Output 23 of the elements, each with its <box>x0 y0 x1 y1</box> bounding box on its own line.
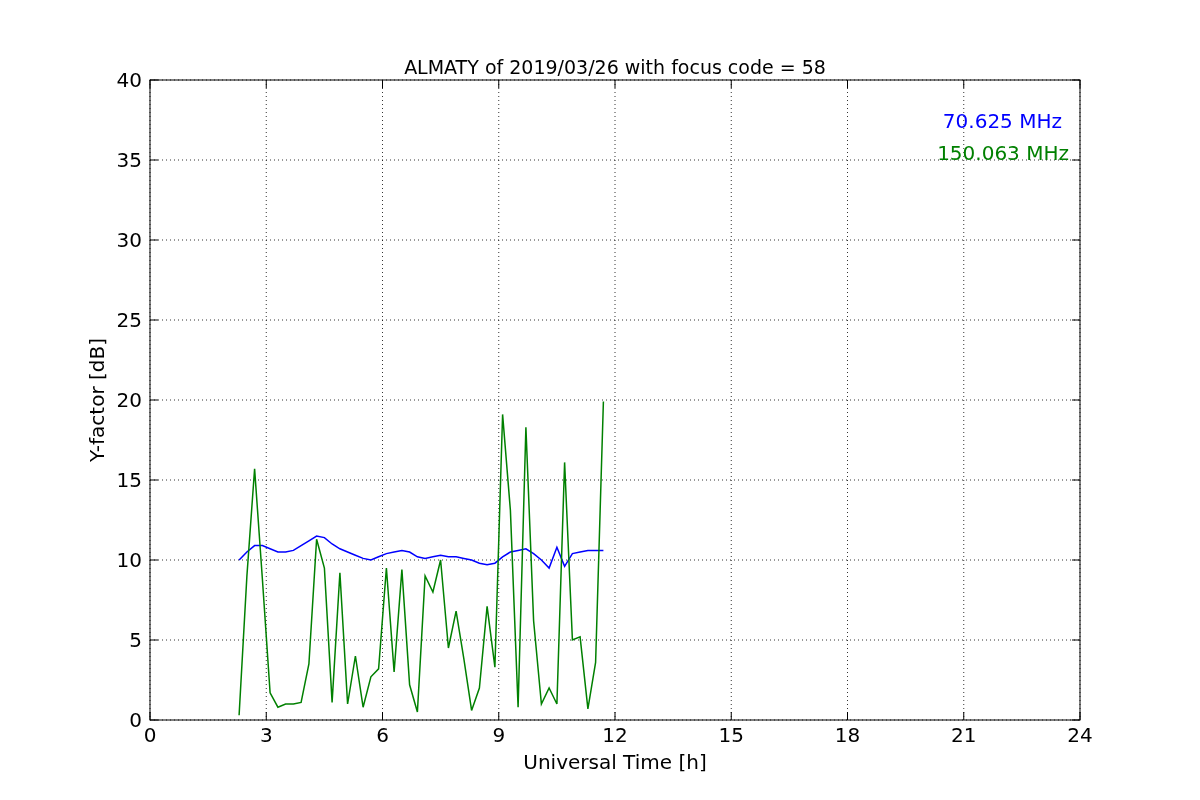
x-tick-label: 9 <box>492 723 506 747</box>
x-tick-label: 15 <box>718 723 744 747</box>
x-tick-label: 21 <box>951 723 977 747</box>
x-tick-label: 0 <box>143 723 157 747</box>
y-axis-label: Y-factor [dB] <box>85 338 109 462</box>
x-tick-label: 6 <box>376 723 389 747</box>
y-tick-label: 10 <box>116 548 142 572</box>
y-tick-label: 25 <box>116 308 142 332</box>
chart-title: ALMATY of 2019/03/26 with focus code = 58 <box>404 56 826 78</box>
x-tick-label: 18 <box>834 723 861 747</box>
y-tick-label: 5 <box>129 628 142 652</box>
y-tick-label: 0 <box>129 708 142 732</box>
x-tick-label: 24 <box>1067 723 1093 747</box>
x-axis-label: Universal Time [h] <box>523 750 707 774</box>
x-tick-label: 3 <box>259 723 273 747</box>
legend-label: 150.063 MHz <box>937 141 1069 165</box>
y-tick-label: 30 <box>116 228 142 252</box>
y-tick-label: 15 <box>116 468 142 492</box>
legend-label: 70.625 MHz <box>942 109 1062 133</box>
y-tick-label: 40 <box>116 68 142 92</box>
y-tick-label: 35 <box>116 148 142 172</box>
y-tick-label: 20 <box>116 388 142 412</box>
x-tick-label: 12 <box>602 723 628 747</box>
